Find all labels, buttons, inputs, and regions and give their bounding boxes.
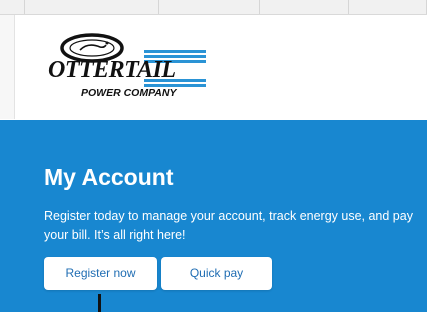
logo-wordmark: OTTERTAIL <box>48 57 176 83</box>
top-strip-cell <box>207 0 260 14</box>
otter-tail-logo[interactable]: OTTERTAIL POWER COMPANY <box>44 24 224 112</box>
page: OTTERTAIL POWER COMPANY My Account Regis… <box>0 0 427 312</box>
logo-subtitle: POWER COMPANY <box>81 87 177 99</box>
top-strip-cell <box>96 0 159 14</box>
my-account-hero: My Account Register today to manage your… <box>0 120 427 312</box>
top-strip <box>0 0 427 15</box>
page-title: My Account <box>44 164 174 190</box>
hero-description: Register today to manage your account, t… <box>44 209 413 242</box>
quick-pay-button[interactable]: Quick pay <box>161 257 272 290</box>
top-strip-cell <box>305 0 349 14</box>
register-now-button[interactable]: Register now <box>44 257 157 290</box>
site-header: OTTERTAIL POWER COMPANY <box>0 15 427 119</box>
text-cursor-icon <box>98 294 101 312</box>
top-strip-cell <box>0 0 25 14</box>
top-strip-cell <box>392 0 427 14</box>
